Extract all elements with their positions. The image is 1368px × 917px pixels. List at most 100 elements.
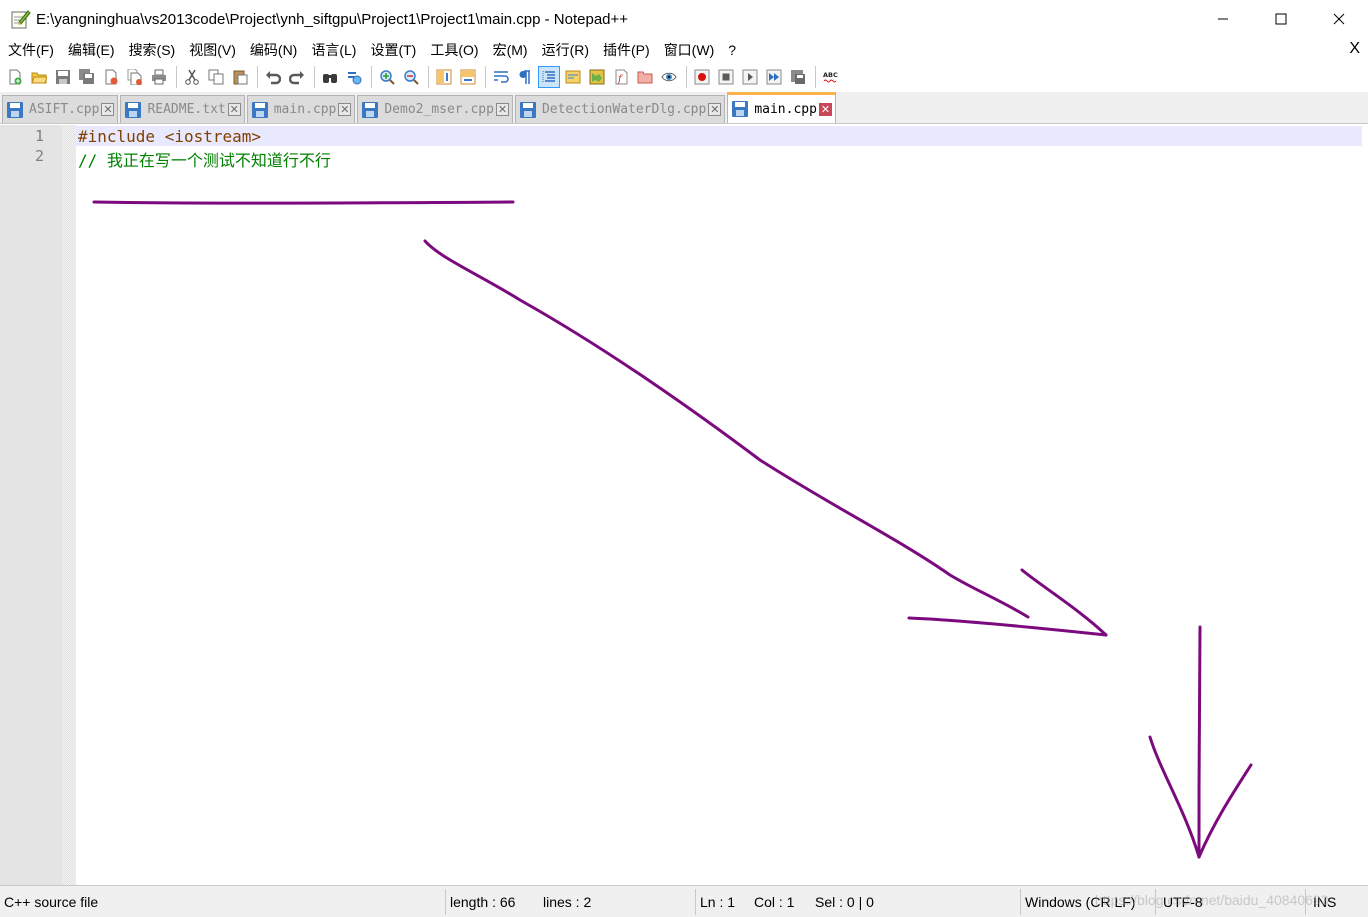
close-button[interactable] (1310, 0, 1368, 38)
save-macro-button[interactable] (787, 66, 809, 88)
tab-label: main.cpp (754, 101, 817, 117)
close-document-button[interactable]: X (1349, 40, 1360, 58)
undo-button[interactable] (262, 66, 284, 88)
find-button[interactable] (319, 66, 341, 88)
open-folder-icon (31, 72, 47, 84)
save-macro-icon (791, 70, 805, 84)
sync-vertical-icon (436, 69, 452, 85)
code-line-include[interactable]: #include <iostream> (78, 127, 261, 146)
minimize-button[interactable] (1194, 0, 1252, 38)
save-icon (56, 70, 70, 84)
redo-button[interactable] (286, 66, 308, 88)
tab-main-cpp-active[interactable]: main.cpp ✕ (727, 92, 836, 123)
play-icon (742, 69, 758, 85)
folder-as-workspace-button[interactable] (634, 66, 656, 88)
spell-check-button[interactable]: ABC (820, 66, 842, 88)
saved-file-icon (251, 101, 268, 118)
minimize-icon (1218, 18, 1228, 20)
close-all-icon (127, 69, 142, 85)
line-number: 1 (34, 127, 44, 145)
save-all-button[interactable] (76, 66, 98, 88)
show-all-characters-button[interactable] (514, 66, 536, 88)
tab-close-icon[interactable]: ✕ (818, 102, 832, 116)
indent-guide-button[interactable] (538, 66, 560, 88)
menu-edit[interactable]: 编辑(E) (64, 40, 119, 60)
tab-label: Demo2_mser.cpp (384, 102, 494, 117)
sync-horizontal-scroll-button[interactable] (457, 66, 479, 88)
copy-button[interactable] (205, 66, 227, 88)
print-button[interactable] (148, 66, 170, 88)
menu-help[interactable]: ? (724, 42, 740, 58)
menu-search[interactable]: 搜索(S) (125, 40, 180, 60)
monitoring-button[interactable] (658, 66, 680, 88)
replace-button[interactable] (343, 66, 365, 88)
line-number: 2 (34, 147, 44, 165)
close-file-icon (105, 69, 118, 85)
new-file-button[interactable] (4, 66, 26, 88)
zoom-in-button[interactable] (376, 66, 398, 88)
record-macro-button[interactable] (691, 66, 713, 88)
save-all-icon (79, 69, 94, 84)
document-tab-bar: ASIFT.cpp ✕ README.txt ✕ main.cpp ✕ Demo… (0, 92, 1368, 124)
title-bar: E:\yangninghua\vs2013code\Project\ynh_si… (0, 0, 1368, 38)
stop-macro-button[interactable] (715, 66, 737, 88)
zoom-out-button[interactable] (400, 66, 422, 88)
indent-guide-icon (542, 71, 555, 83)
record-icon (694, 69, 710, 85)
tab-close-icon[interactable]: ✕ (338, 103, 352, 116)
new-file-icon (9, 69, 22, 85)
menu-file[interactable]: 文件(F) (4, 40, 58, 60)
binoculars-icon (323, 74, 337, 83)
editor-area[interactable]: 1 2 #include <iostream> // 我正在写一个测试不知道行不… (0, 125, 1368, 885)
menu-language[interactable]: 语言(L) (307, 40, 360, 60)
menu-run[interactable]: 运行(R) (538, 40, 593, 60)
tab-label: ASIFT.cpp (29, 102, 100, 117)
tab-demo2-mser-cpp[interactable]: Demo2_mser.cpp ✕ (357, 95, 513, 123)
toolbar-separator (176, 66, 177, 88)
svg-text:ABC: ABC (823, 71, 838, 79)
menu-settings[interactable]: 设置(T) (366, 40, 420, 60)
cut-button[interactable] (181, 66, 203, 88)
menu-view[interactable]: 视图(V) (185, 40, 240, 60)
run-macro-multiple-button[interactable] (763, 66, 785, 88)
menu-plugins[interactable]: 插件(P) (599, 40, 654, 60)
saved-file-icon (362, 101, 379, 118)
zoom-in-icon (380, 70, 395, 85)
replace-icon (348, 72, 362, 85)
tab-close-icon[interactable]: ✕ (101, 103, 115, 116)
fold-margin[interactable] (62, 125, 76, 885)
tab-detectionwaterdlg-cpp[interactable]: DetectionWaterDlg.cpp ✕ (514, 95, 726, 123)
print-icon (152, 69, 166, 85)
tab-close-icon[interactable]: ✕ (495, 103, 509, 116)
close-file-button[interactable] (100, 66, 122, 88)
sync-vertical-scroll-button[interactable] (433, 66, 455, 88)
close-all-button[interactable] (124, 66, 146, 88)
menu-macro[interactable]: 宏(M) (489, 40, 532, 60)
play-macro-button[interactable] (739, 66, 761, 88)
status-selection: Sel : 0 | 0 (815, 894, 874, 910)
close-icon (1333, 13, 1345, 25)
pilcrow-icon (519, 70, 530, 84)
paste-icon (233, 70, 248, 85)
tab-asift-cpp[interactable]: ASIFT.cpp ✕ (2, 95, 119, 123)
define-language-button[interactable] (562, 66, 584, 88)
paste-button[interactable] (229, 66, 251, 88)
tab-main-cpp[interactable]: main.cpp ✕ (246, 95, 356, 123)
tab-readme-txt[interactable]: README.txt ✕ (120, 95, 245, 123)
status-line-number: Ln : 1 (700, 894, 736, 910)
tab-close-icon[interactable]: ✕ (708, 103, 722, 116)
save-button[interactable] (52, 66, 74, 88)
function-list-button[interactable]: f (610, 66, 632, 88)
menu-encoding[interactable]: 编码(N) (246, 40, 301, 60)
menu-tools[interactable]: 工具(O) (426, 40, 482, 60)
word-wrap-icon (494, 71, 509, 83)
tab-close-icon[interactable]: ✕ (227, 103, 241, 116)
document-map-button[interactable] (586, 66, 608, 88)
maximize-button[interactable] (1252, 0, 1310, 38)
toolbar-separator (815, 66, 816, 88)
word-wrap-button[interactable] (490, 66, 512, 88)
toolbar: f ABC (0, 62, 1368, 92)
menu-window[interactable]: 窗口(W) (660, 40, 719, 60)
code-line-comment[interactable]: // 我正在写一个测试不知道行不行 (78, 147, 331, 171)
open-file-button[interactable] (28, 66, 50, 88)
